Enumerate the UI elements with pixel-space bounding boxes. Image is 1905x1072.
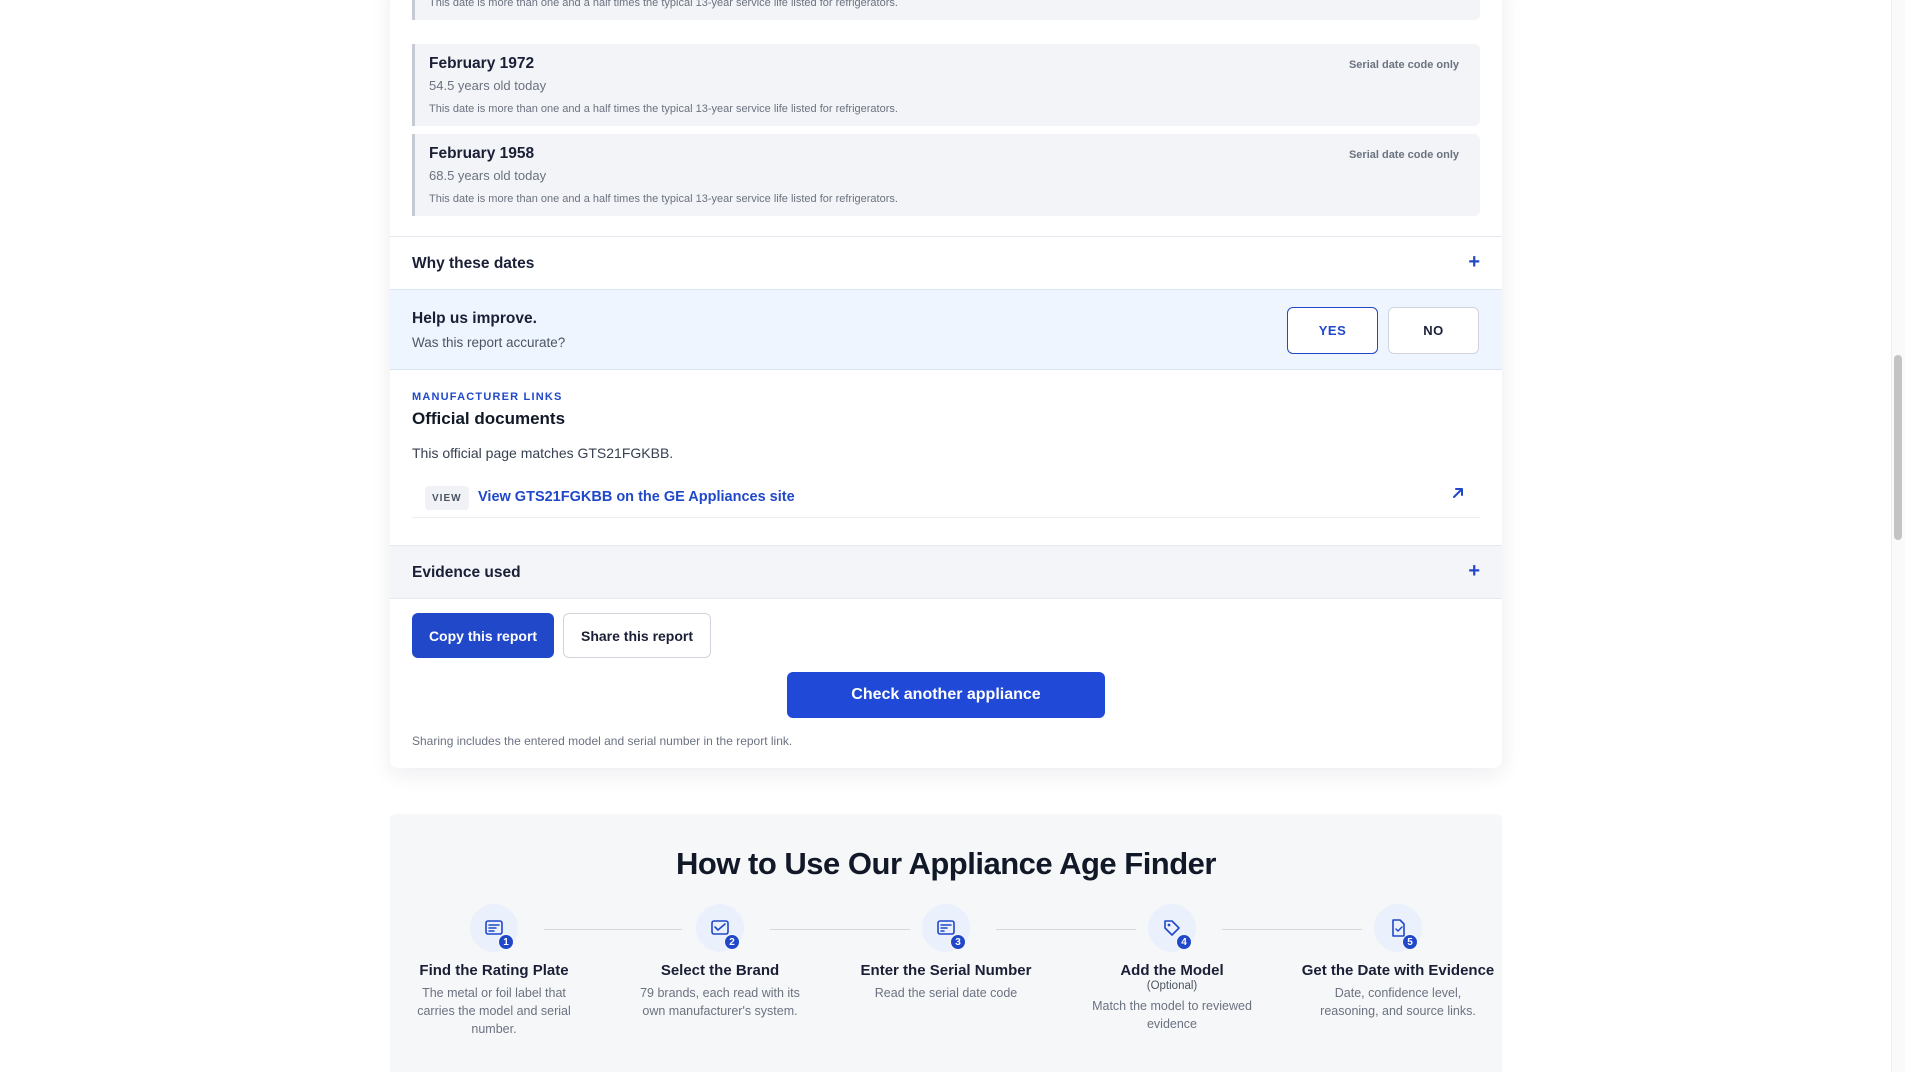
feedback-question: Was this report accurate? (412, 335, 566, 350)
how-to-title: How to Use Our Appliance Age Finder (676, 846, 1217, 881)
step-title: Enter the Serial Number (860, 962, 1032, 979)
step-title: Add the Model (1120, 962, 1224, 979)
copy-report-button[interactable]: Copy this report (412, 613, 554, 658)
why-these-dates-accordion[interactable]: Why these dates + (390, 236, 1502, 289)
date-title: February 1958 (429, 145, 535, 162)
date-result-card: February 1958 68.5 years old today This … (412, 134, 1480, 216)
step-title: Get the Date with Evidence (1301, 962, 1495, 979)
accordion-label: Why these dates (412, 255, 535, 272)
official-documents-title: Official documents (412, 409, 566, 428)
how-to-step: 2 Select the Brand 79 brands, each read … (620, 904, 820, 1020)
checklist-icon: 2 (696, 904, 744, 952)
date-note: This date is more than one and a half ti… (429, 103, 898, 115)
plus-icon: + (1468, 251, 1480, 273)
share-note: Sharing includes the entered model and s… (412, 734, 793, 748)
how-to-step: 4 Add the Model (Optional) Match the mod… (1072, 904, 1272, 1033)
manufacturer-links-kicker: MANUFACTURER LINKS (412, 391, 563, 403)
yes-button[interactable]: YES (1287, 307, 1378, 354)
step-number: 4 (1176, 934, 1192, 950)
label-icon: 1 (470, 904, 518, 952)
plus-icon: + (1468, 560, 1480, 582)
date-result-card: This date is more than one and a half ti… (412, 0, 1480, 20)
divider (390, 598, 1502, 599)
date-title: February 1972 (429, 55, 535, 72)
share-report-button[interactable]: Share this report (563, 613, 711, 658)
date-result-card: February 1972 54.5 years old today This … (412, 44, 1480, 126)
step-description: Read the serial date code (874, 986, 1018, 1000)
feedback-panel: Help us improve. Was this report accurat… (390, 289, 1502, 370)
step-title: Find the Rating Plate (419, 962, 569, 979)
document-check-icon: 5 (1374, 904, 1422, 952)
how-to-step: 1 Find the Rating Plate The metal or foi… (394, 904, 594, 1038)
page-scrollbar[interactable] (1891, 0, 1905, 1072)
view-tag: VIEW (425, 486, 469, 510)
manufacturer-link[interactable]: View GTS21FGKBB on the GE Appliances sit… (478, 489, 795, 505)
step-optional-label: (Optional) (1146, 980, 1198, 992)
feedback-title: Help us improve. (412, 310, 537, 327)
step-description: Date, confidence level, reasoning, and s… (1320, 986, 1476, 1019)
date-note: This date is more than one and a half ti… (429, 193, 898, 205)
external-link-icon (1453, 488, 1463, 498)
date-note: This date is more than one and a half ti… (429, 0, 898, 9)
date-badge: Serial date code only (1348, 149, 1459, 161)
step-number: 5 (1402, 934, 1418, 950)
step-description: Match the model to reviewed evidence (1092, 999, 1252, 1032)
no-button[interactable]: NO (1388, 307, 1479, 354)
how-to-step: 5 Get the Date with Evidence Date, confi… (1298, 904, 1498, 1020)
step-number: 1 (498, 934, 514, 950)
step-description: The metal or foil label that carries the… (417, 986, 571, 1037)
date-badge: Serial date code only (1348, 59, 1459, 71)
official-documents-description: This official page matches GTS21FGKBB. (412, 445, 674, 461)
accordion-label: Evidence used (412, 564, 521, 581)
evidence-used-accordion[interactable]: Evidence used + (390, 545, 1502, 598)
date-age: 54.5 years old today (429, 78, 547, 93)
step-title: Select the Brand (660, 962, 780, 979)
how-to-step: 3 Enter the Serial Number Read the seria… (846, 904, 1046, 1002)
report-card: This date is more than one and a half ti… (390, 0, 1502, 768)
manufacturer-link-row[interactable]: VIEW View GTS21FGKBB on the GE Appliance… (412, 474, 1480, 518)
check-another-appliance-button[interactable]: Check another appliance (787, 672, 1105, 718)
scrollbar-thumb[interactable] (1894, 355, 1902, 540)
date-age: 68.5 years old today (429, 168, 547, 183)
step-number: 3 (950, 934, 966, 950)
tag-icon: 4 (1148, 904, 1196, 952)
how-to-section: How to Use Our Appliance Age Finder 1 Fi… (390, 814, 1502, 1072)
step-description: 79 brands, each read with its own manufa… (640, 986, 800, 1019)
step-number: 2 (724, 934, 740, 950)
barcode-icon: 3 (922, 904, 970, 952)
